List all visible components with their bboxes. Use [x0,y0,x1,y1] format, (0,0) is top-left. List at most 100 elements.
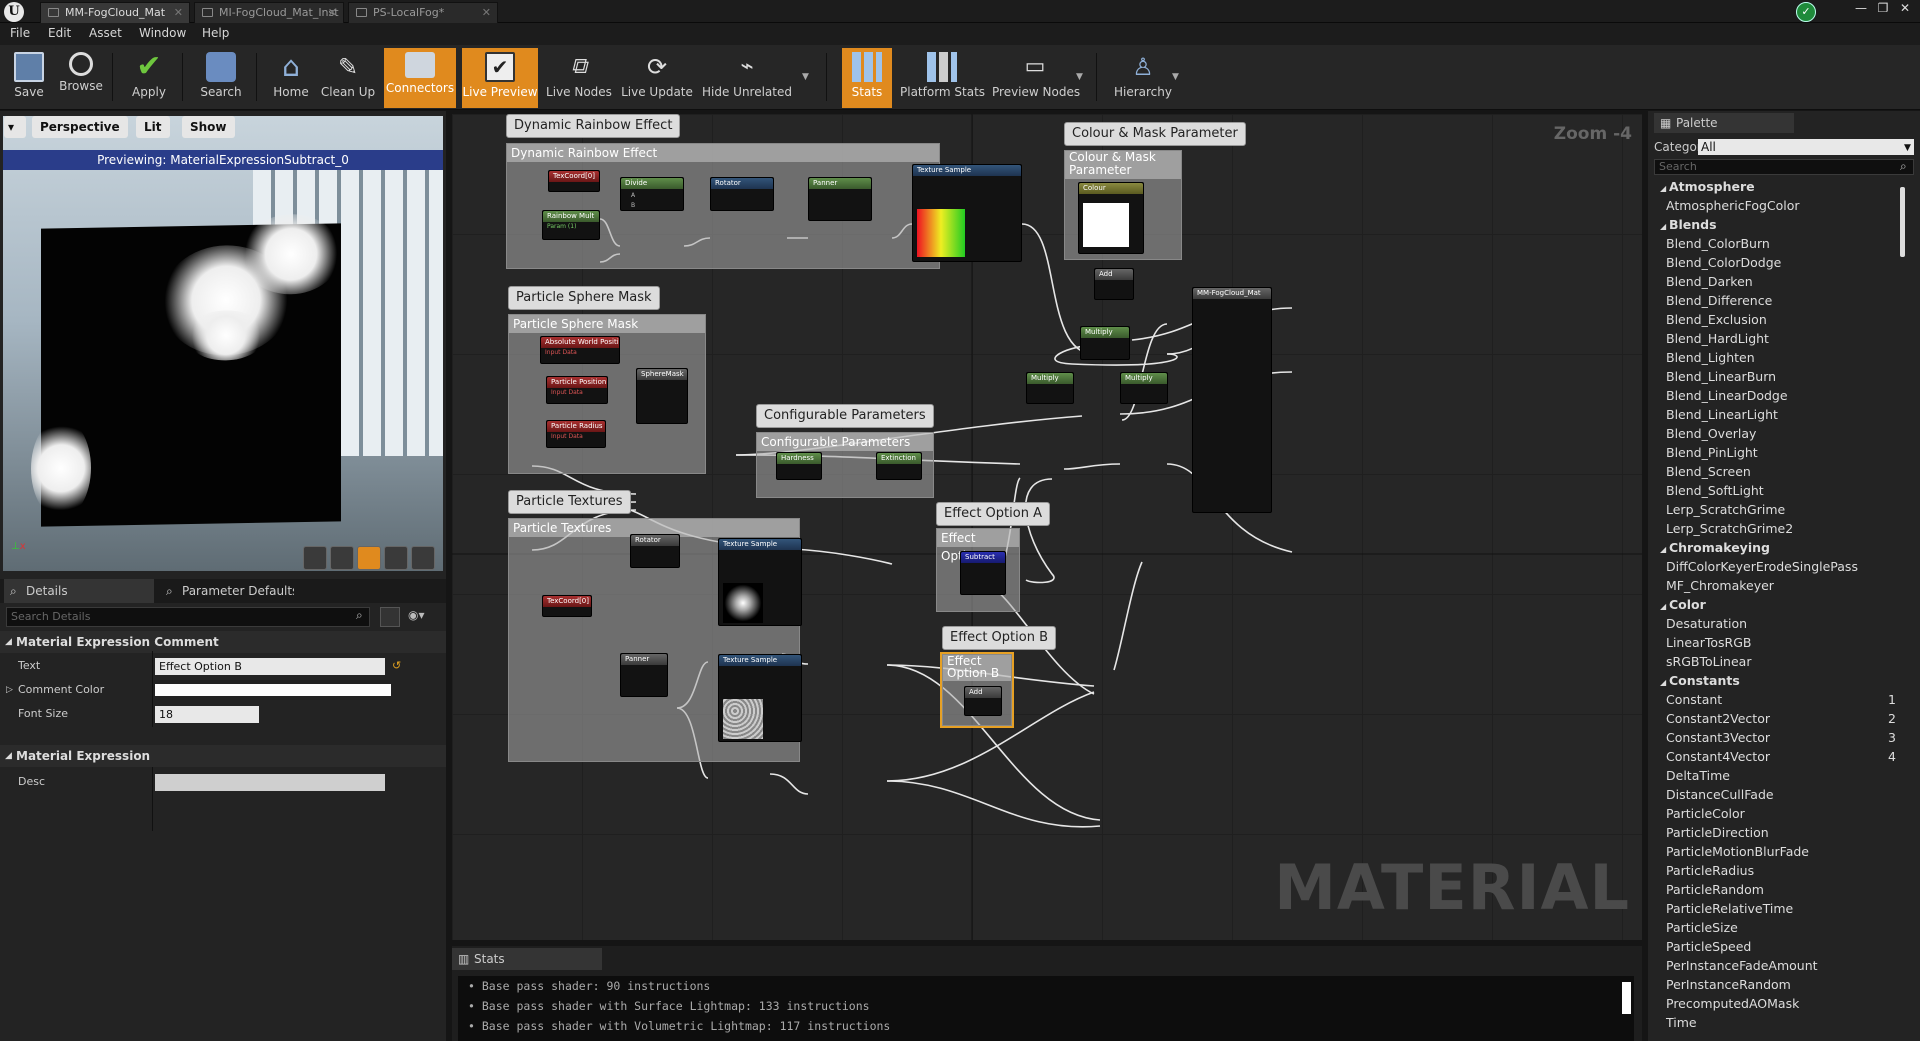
clean-up-button[interactable]: ✎ Clean Up [320,48,376,108]
palette-item[interactable]: Blend_Difference [1654,291,1900,310]
palette-item[interactable]: Blend_HardLight [1654,329,1900,348]
unreal-logo-icon[interactable]: U [4,2,24,22]
eye-icon[interactable]: ◉▾ [408,608,425,622]
home-button[interactable]: ⌂ Home [268,48,314,108]
node-texture-sample-3[interactable]: Texture Sample [718,654,802,742]
palette-item[interactable]: Blend_LinearBurn [1654,367,1900,386]
hierarchy-dropdown-icon[interactable]: ▼ [1172,72,1179,82]
palette-item[interactable]: PerInstanceRandom [1654,975,1900,994]
menu-file[interactable]: File [10,26,30,40]
stats-scrollbar[interactable] [1622,982,1631,1014]
palette-item[interactable]: ParticleMotionBlurFade [1654,842,1900,861]
palette-category-header[interactable]: ◢ Chromakeying [1654,538,1900,557]
node-rotator-2[interactable]: Rotator [630,534,680,568]
node-panner-2[interactable]: Panner [620,653,668,697]
connectors-button[interactable]: Connectors [384,48,456,108]
minimize-icon[interactable]: — [1850,1,1872,17]
palette-item[interactable]: Blend_LinearLight [1654,405,1900,424]
menu-edit[interactable]: Edit [48,26,71,40]
node-main-material[interactable]: MM-FogCloud_Mat [1192,287,1272,513]
palette-category-header[interactable]: ◢ Blends [1654,215,1900,234]
cube-icon[interactable] [384,546,408,570]
desc-input[interactable] [155,774,385,791]
close-icon[interactable]: ✕ [482,3,491,22]
palette-search-input[interactable]: Search [1654,159,1914,175]
node-texture-sample-rainbow[interactable]: Texture Sample [912,164,1022,262]
palette-item[interactable]: Constant2Vector 2 [1654,709,1900,728]
node-sphere-mask[interactable]: SphereMask [636,368,688,424]
palette-item[interactable]: ParticleRandom [1654,880,1900,899]
node-extinction[interactable]: Extinction [876,452,922,480]
plane-icon[interactable] [357,546,381,570]
palette-item[interactable]: Lerp_ScratchGrime [1654,500,1900,519]
live-nodes-button[interactable]: ⧉ Live Nodes [546,48,612,108]
palette-item[interactable]: DistanceCullFade [1654,785,1900,804]
palette-item[interactable]: PerInstanceFadeAmount [1654,956,1900,975]
node-particle-position[interactable]: Particle Position Input Data [546,376,608,404]
tab-mm-fogcloud-mat[interactable]: MM-FogCloud_Mat ✕ [40,2,190,23]
preview-viewport[interactable]: Previewing: MaterialExpressionSubtract_0… [3,116,443,571]
palette-scrollbar[interactable] [1900,187,1905,257]
node-multiply-3[interactable]: Multiply [1120,372,1168,404]
stats-button[interactable]: Stats [842,48,892,108]
expand-arrow-icon[interactable]: ▷ [6,679,13,701]
palette-item[interactable]: PrecomputedAOMask [1654,994,1900,1013]
node-texcoord-2[interactable]: TexCoord[0] [542,595,592,617]
palette-item[interactable]: LinearTosRGB [1654,633,1900,652]
node-rainbow-mult[interactable]: Rainbow Mult Param (1) [542,210,600,240]
perspective-button[interactable]: Perspective [32,116,128,138]
comment-title-colour-mask[interactable]: Colour & Mask Parameter [1064,122,1246,146]
palette-item[interactable]: Blend_PinLight [1654,443,1900,462]
preview-nodes-dropdown-icon[interactable]: ▼ [1076,72,1083,82]
comment-color-swatch[interactable] [155,684,391,696]
font-size-input[interactable]: 18 [155,706,259,723]
text-input[interactable]: Effect Option B [155,658,385,675]
platform-stats-button[interactable]: Platform Stats [900,48,985,108]
palette-item[interactable]: Blend_ColorBurn [1654,234,1900,253]
palette-item[interactable]: ParticleRelativeTime [1654,899,1900,918]
material-graph[interactable]: Zoom -4 MATERIAL Dynamic Rainbow Effect … [452,114,1642,940]
node-add-2[interactable]: Add [964,686,1002,716]
category-dropdown[interactable]: All [1698,139,1914,155]
comment-title-configurable[interactable]: Configurable Parameters [756,404,934,428]
palette-item[interactable]: Blend_ColorDodge [1654,253,1900,272]
tab-palette[interactable]: ▦ Palette [1654,113,1794,133]
close-window-icon[interactable]: ✕ [1894,1,1916,17]
node-absolute-world-position[interactable]: Absolute World PositionInput Data [540,336,620,364]
palette-item[interactable]: Constant4Vector 4 [1654,747,1900,766]
node-divide[interactable]: Divide A B [620,177,684,211]
save-button[interactable]: Save [6,48,52,108]
comment-title-option-b[interactable]: Effect Option B [942,626,1056,650]
palette-item[interactable]: ParticleDirection [1654,823,1900,842]
viewport-menu-icon[interactable]: ▾ [4,116,26,138]
comment-title-option-a[interactable]: Effect Option A [936,502,1050,526]
node-texcoord[interactable]: TexCoord[0] [548,170,600,192]
palette-item[interactable]: Blend_Darken [1654,272,1900,291]
palette-item[interactable]: Blend_LinearDodge [1654,386,1900,405]
palette-item[interactable]: Constant 1 [1654,690,1900,709]
section-material-expression[interactable]: ◢ Material Expression [0,745,446,767]
comment-title-textures[interactable]: Particle Textures [508,490,631,514]
node-particle-radius[interactable]: Particle Radius Input Data [546,420,606,448]
hierarchy-button[interactable]: ♙ Hierarchy [1110,48,1176,108]
palette-item[interactable]: Blend_SoftLight [1654,481,1900,500]
teapot-icon[interactable] [411,546,435,570]
search-button[interactable]: Search [196,48,246,108]
comment-title-sphere-mask[interactable]: Particle Sphere Mask [508,286,660,310]
menu-window[interactable]: Window [139,26,186,40]
palette-item[interactable]: AtmosphericFogColor [1654,196,1900,215]
lit-button[interactable]: Lit [136,116,170,138]
live-preview-button[interactable]: ✔ Live Preview [462,48,538,108]
preview-nodes-button[interactable]: ▭ Preview Nodes [992,48,1080,108]
tab-stats[interactable]: ▥ Stats [452,948,602,970]
tab-ps-localfog[interactable]: PS-LocalFog* ✕ [348,2,498,23]
palette-item[interactable]: DiffColorKeyerErodeSinglePass [1654,557,1900,576]
palette-item[interactable]: Blend_Screen [1654,462,1900,481]
comment-title-rainbow[interactable]: Dynamic Rainbow Effect [506,114,681,138]
palette-item[interactable]: Blend_Exclusion [1654,310,1900,329]
palette-item[interactable]: ParticleColor [1654,804,1900,823]
node-colour-param[interactable]: Colour [1078,182,1144,254]
node-subtract[interactable]: Subtract [960,551,1006,595]
source-control-icon[interactable]: ✓ [1796,2,1816,22]
menu-asset[interactable]: Asset [89,26,122,40]
